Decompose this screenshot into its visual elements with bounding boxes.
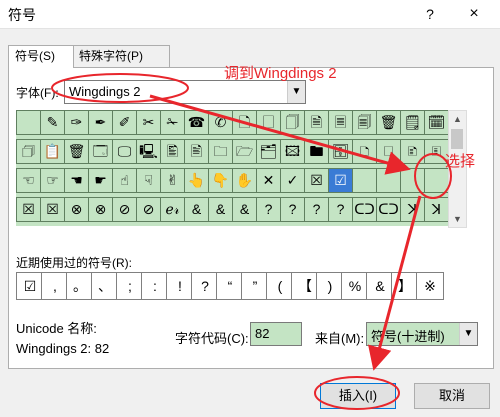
annotation-select-hint: 选择 — [445, 153, 476, 170]
tab-symbol[interactable]: 符号(S) — [8, 45, 74, 68]
annotation-circle-insert — [314, 376, 400, 410]
annotation-circle-font — [51, 73, 189, 103]
annotation-arrow-to-symbol — [149, 94, 411, 175]
annotation-font-hint: 调到Wingdings 2 — [224, 65, 337, 82]
annotation-arrow-to-insert — [368, 195, 422, 371]
